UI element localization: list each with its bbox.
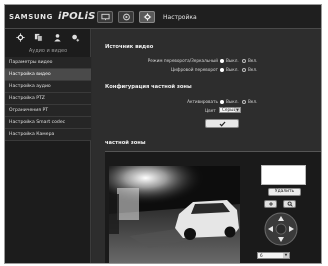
sidebar-header: Аудио и видео (28, 48, 68, 54)
privacy-off-radio[interactable]: Выкл. (220, 99, 239, 104)
select-value: 6 (260, 253, 263, 258)
settings-button[interactable] (139, 11, 155, 23)
flip-mirror-label: Режим переворота/Зеркальный (147, 58, 218, 63)
sidebar-copy-button[interactable] (34, 33, 44, 43)
sidebar-item-camera-setup[interactable]: Настройка Камера (5, 129, 91, 141)
apply-button[interactable] (205, 119, 239, 128)
camera-video-view[interactable] (109, 166, 240, 263)
zoom-out-button[interactable] (264, 200, 277, 208)
digital-flip-on-radio[interactable]: Вкл. (242, 67, 257, 72)
monitor-button[interactable] (97, 11, 113, 23)
delete-mask-button[interactable]: Удалить (268, 188, 301, 196)
sidebar-menu: Параметры видео Настройка видео Настройк… (5, 57, 91, 141)
brand-name: SAMSUNG (9, 13, 53, 21)
sidebar-item-ptz-setup[interactable]: Настройка PTZ (5, 93, 91, 105)
top-bar: SAMSUNG iPOLiS Настройка (5, 5, 321, 29)
magnifier-icon (287, 201, 293, 207)
radio-dot (220, 99, 224, 104)
ptz-speed-select[interactable]: 6 ▼ (257, 252, 290, 259)
checkmark-icon (219, 121, 226, 127)
zoom-in-button[interactable] (283, 200, 296, 208)
radio-label: Выкл. (226, 99, 239, 104)
chevron-down-icon: ▼ (235, 108, 240, 112)
privacy-activate-label: Активировать (187, 99, 218, 104)
privacy-mask-list[interactable] (261, 165, 306, 185)
app-window: SAMSUNG iPOLiS Настройка Аудио и видео П… (4, 4, 322, 264)
sidebar: Аудио и видео Параметры видео Настройка … (5, 29, 91, 263)
radio-label: Вкл. (248, 67, 258, 72)
privacy-preview-title: частной зоны (105, 140, 146, 146)
radio-label: Выкл. (226, 58, 239, 63)
ptz-direction-pad[interactable] (264, 212, 298, 246)
privacy-color-label: Цвет (205, 108, 216, 113)
sidebar-item-video-setup[interactable]: Настройка видео (5, 69, 91, 81)
radio-dot (242, 99, 246, 104)
user-icon (54, 34, 61, 42)
monitor-icon (100, 13, 110, 21)
flip-mirror-off-radio[interactable]: Выкл. (220, 58, 239, 63)
radio-dot (242, 67, 246, 72)
radio-dot (220, 58, 224, 63)
page-title: Настройка (163, 14, 197, 21)
gear-icon (143, 13, 151, 21)
chevron-down-icon: ▼ (283, 253, 289, 258)
settings-plus-icon (72, 34, 80, 42)
privacy-zone-title: Конфигурация частной зоны (105, 84, 192, 90)
sidebar-gear-button[interactable] (15, 33, 25, 43)
radio-dot (242, 58, 246, 63)
sidebar-item-audio-setup[interactable]: Настройка аудио (5, 81, 91, 93)
playback-icon (122, 13, 130, 21)
playback-button[interactable] (118, 11, 134, 23)
video-source-title: Источник видео (105, 44, 154, 50)
privacy-on-radio[interactable]: Вкл. (242, 99, 257, 104)
privacy-color-select[interactable]: Серый ▼ (219, 107, 241, 113)
radio-label: Выкл. (226, 67, 239, 72)
copy-icon (35, 33, 43, 42)
move-icon (268, 202, 273, 206)
parking-garage-image (109, 166, 240, 263)
sidebar-item-pt-limits[interactable]: Ограничения PT (5, 105, 91, 117)
brand-product: iPOLiS (58, 11, 96, 22)
sidebar-item-video-params[interactable]: Параметры видео (5, 57, 91, 69)
digital-flip-label: Цифровой переворот (170, 67, 218, 72)
privacy-preview-panel: Удалить 6 ▼ (105, 151, 321, 263)
radio-label: Вкл. (248, 99, 258, 104)
flip-mirror-on-radio[interactable]: Вкл. (242, 58, 257, 63)
brand-logo: SAMSUNG iPOLiS (9, 11, 95, 22)
sidebar-item-smart-codec[interactable]: Настройка Smart codec (5, 117, 91, 129)
sidebar-icon-bar (5, 29, 91, 46)
main-panel: Источник видео Режим переворота/Зеркальн… (92, 29, 321, 263)
gear-icon (16, 33, 25, 42)
digital-flip-off-radio[interactable]: Выкл. (220, 67, 239, 72)
radio-label: Вкл. (248, 58, 258, 63)
radio-dot (220, 67, 224, 72)
sidebar-user-button[interactable] (52, 33, 62, 43)
sidebar-settings-plus-button[interactable] (71, 33, 81, 43)
